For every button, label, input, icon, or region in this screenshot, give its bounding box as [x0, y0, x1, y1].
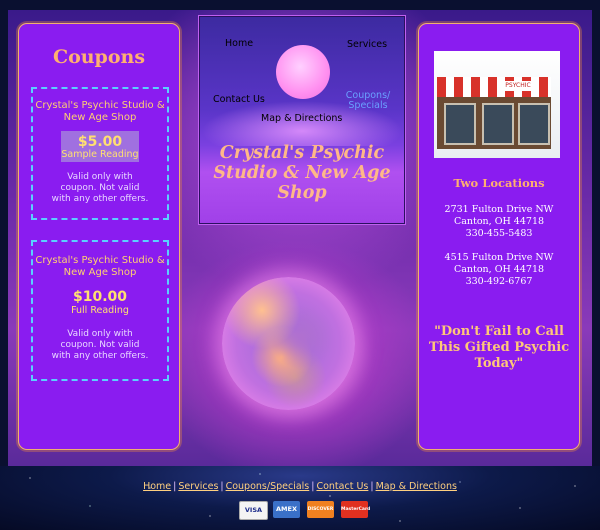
starry-background [0, 466, 600, 530]
mastercard-card-icon: MasterCard [341, 501, 370, 518]
locations-panel: PSYCHIC Two Locations 2731 Fulton Drive … [418, 23, 580, 450]
location-city: Canton, OH 44718 [453, 216, 545, 227]
locations-title: Two Locations [453, 176, 545, 190]
location-city: Canton, OH 44718 [453, 264, 545, 275]
discover-card-icon: DISCOVER [307, 501, 334, 518]
coupon-label: Full Reading [71, 305, 129, 316]
footer-link-services[interactable]: Services [178, 481, 218, 492]
location-phone: 330-492-6767 [465, 276, 533, 287]
storefront-photo: PSYCHIC [434, 51, 560, 158]
storefront-door [482, 103, 514, 145]
site-title: Crystal's Psychic Studio & New Age Shop [213, 143, 391, 203]
footer-nav: Home | Services | Coupons/Specials | Contact U… [0, 481, 600, 492]
coupon-shop-name: Crystal's Psychic Studio & New Age Shop [35, 255, 165, 278]
coupon-sample-reading: Crystal's Psychic Studio & New Age Shop … [31, 87, 169, 220]
coupons-panel: Coupons Crystal's Psychic Studio & New A… [18, 23, 180, 450]
coupon-price-box: $5.00 Sample Reading [61, 131, 139, 162]
footer-separator: | [220, 481, 224, 492]
footer-link-home[interactable]: Home [143, 481, 171, 492]
location-1: 2731 Fulton Drive NW Canton, OH 44718 33… [419, 204, 579, 240]
amex-card-icon: AMEX [273, 501, 300, 518]
payment-cards: VISA AMEX DISCOVER MasterCard [239, 501, 370, 520]
location-street: 4515 Fulton Drive NW [444, 252, 554, 263]
site-header: Home Services Contact Us Coupons/ Specia… [198, 15, 406, 225]
coupon-label: Sample Reading [61, 149, 139, 160]
footer-separator: | [370, 481, 374, 492]
location-phone: 330-455-5483 [465, 228, 533, 239]
footer-link-contact[interactable]: Contact Us [316, 481, 368, 492]
moon-graphic [276, 45, 330, 99]
nav-coupons-link[interactable]: Coupons/ Specials [342, 91, 394, 111]
coupon-terms: Valid only with coupon. Not valid with a… [51, 329, 149, 361]
nav-services-link[interactable]: Services [347, 39, 387, 50]
location-street: 2731 Fulton Drive NW [444, 204, 554, 215]
storefront-window [444, 103, 476, 145]
coupon-terms: Valid only with coupon. Not valid with a… [51, 172, 149, 204]
coupon-shop-name: Crystal's Psychic Studio & New Age Shop [35, 100, 165, 123]
visa-card-icon: VISA [239, 501, 268, 520]
crystal-ball-image [222, 277, 355, 410]
location-2: 4515 Fulton Drive NW Canton, OH 44718 33… [419, 252, 579, 288]
nav-map-link[interactable]: Map & Directions [261, 113, 342, 124]
coupon-price: $5.00 [77, 134, 123, 150]
storefront-window [518, 103, 550, 145]
footer-link-map[interactable]: Map & Directions [376, 481, 457, 492]
footer-link-coupons[interactable]: Coupons/Specials [226, 481, 310, 492]
nav-home-link[interactable]: Home [225, 38, 253, 49]
coupons-title: Coupons [52, 46, 146, 68]
coupon-price: $10.00 [72, 289, 128, 305]
tagline: "Don't Fail to Call This Gifted Psychic … [428, 324, 570, 371]
storefront-sign: PSYCHIC [498, 81, 538, 91]
coupon-full-reading: Crystal's Psychic Studio & New Age Shop … [31, 240, 169, 381]
nav-contact-link[interactable]: Contact Us [213, 94, 265, 105]
